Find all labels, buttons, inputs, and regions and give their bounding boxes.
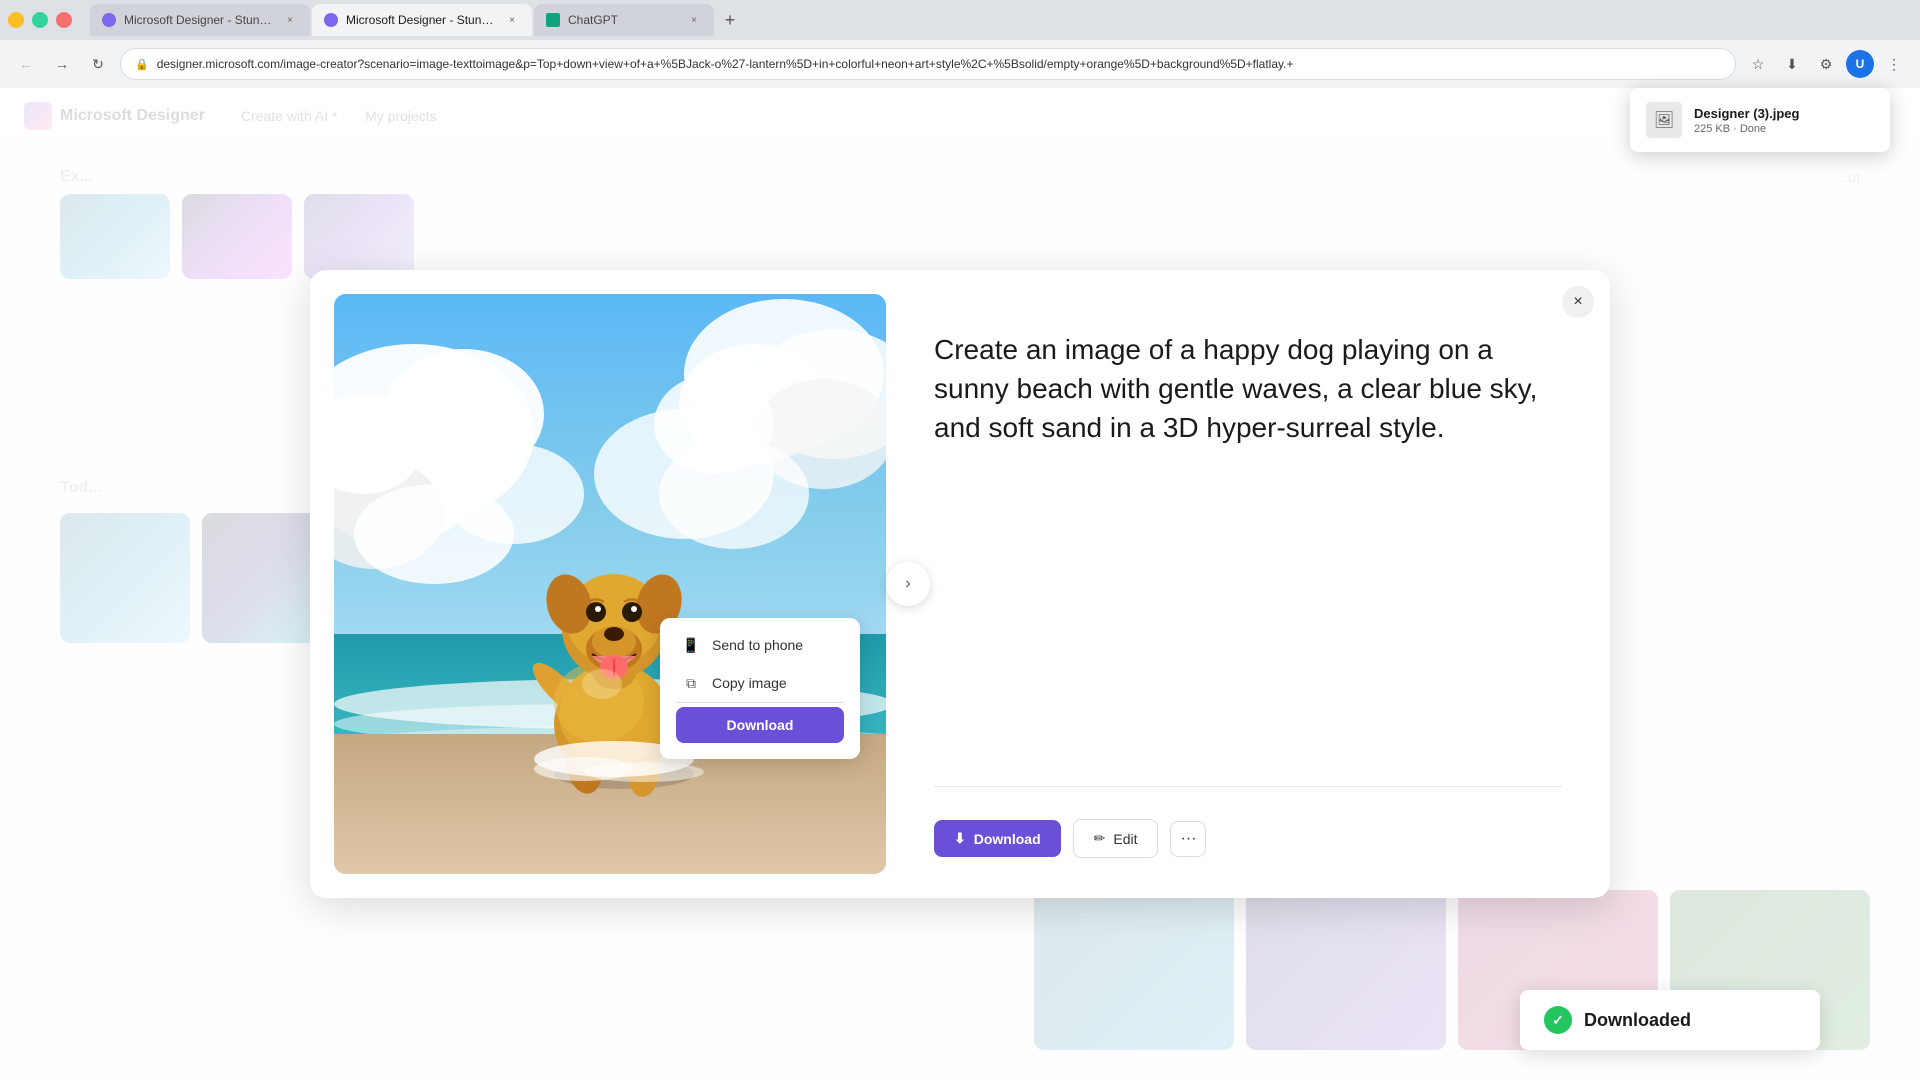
dropdown-download-label: Download [727, 717, 794, 733]
tab-2-label: Microsoft Designer - Stunning ... [346, 13, 496, 27]
lock-icon: 🔒 [135, 58, 149, 71]
browser-download-popup: 🖼 Designer (3).jpeg 225 KB · Done [1630, 88, 1890, 152]
close-icon: × [1573, 293, 1582, 311]
close-window-button[interactable] [56, 12, 72, 28]
checkmark-icon: ✓ [1544, 1006, 1572, 1034]
edit-icon: ✏ [1094, 830, 1106, 847]
dropdown-divider [676, 702, 844, 703]
download-button[interactable]: ⬇ Download [934, 820, 1061, 857]
app-content: Microsoft Designer Create with AI ▾ My p… [0, 88, 1920, 1080]
browser-controls: ← → ↻ 🔒 designer.microsoft.com/image-cre… [0, 40, 1920, 88]
send-to-phone-label: Send to phone [712, 637, 803, 653]
back-button[interactable]: ← [12, 50, 40, 78]
downloaded-label: Downloaded [1584, 1010, 1691, 1031]
edit-label: Edit [1113, 831, 1137, 847]
check-symbol: ✓ [1552, 1012, 1564, 1029]
tab-3-label: ChatGPT [568, 13, 678, 27]
tab-2[interactable]: Microsoft Designer - Stunning ... × [312, 4, 532, 36]
more-options-button[interactable]: ··· [1170, 821, 1206, 857]
extensions-button[interactable]: ⚙ [1812, 50, 1840, 78]
tab-2-favicon [324, 13, 338, 27]
send-to-phone-item[interactable]: 📱 Send to phone [668, 626, 852, 664]
download-popup-info: Designer (3).jpeg 225 KB · Done [1694, 106, 1874, 135]
phone-icon: 📱 [682, 636, 700, 654]
copy-image-label: Copy image [712, 675, 787, 691]
address-text: designer.microsoft.com/image-creator?sce… [157, 57, 1721, 71]
copy-image-item[interactable]: ⧉ Copy image [668, 664, 852, 702]
download-filename: Designer (3).jpeg [1694, 106, 1874, 121]
downloads-button[interactable]: ⬇ [1778, 50, 1806, 78]
download-file-icon: 🖼 [1654, 110, 1674, 130]
download-popup-icon: 🖼 [1646, 102, 1682, 138]
copy-icon: ⧉ [682, 674, 700, 692]
address-bar[interactable]: 🔒 designer.microsoft.com/image-creator?s… [120, 48, 1736, 80]
download-dropdown-menu: 📱 Send to phone ⧉ Copy image Download [660, 618, 860, 759]
action-bar: ⬇ Download ✏ Edit ··· [934, 819, 1562, 858]
profile-button[interactable]: U [1846, 50, 1874, 78]
modal-close-button[interactable]: × [1562, 286, 1594, 318]
modal-overlay: × [0, 88, 1920, 1080]
new-tab-button[interactable]: + [716, 6, 744, 34]
refresh-button[interactable]: ↻ [84, 50, 112, 78]
tab-bar: Microsoft Designer - Stunning ... × Micr… [0, 0, 1920, 40]
tab-3-close[interactable]: × [686, 12, 702, 28]
tab-1[interactable]: Microsoft Designer - Stunning ... × [90, 4, 310, 36]
chevron-right-icon: › [905, 575, 910, 593]
download-label: Download [974, 831, 1041, 847]
modal-content-section: Create an image of a happy dog playing o… [910, 270, 1610, 898]
menu-button[interactable]: ⋮ [1880, 50, 1908, 78]
edit-button[interactable]: ✏ Edit [1073, 819, 1159, 858]
modal-image-section: › [310, 270, 910, 898]
tab-1-favicon [102, 13, 116, 27]
image-detail-modal: × [310, 270, 1610, 898]
next-image-button[interactable]: › [886, 562, 930, 606]
forward-button[interactable]: → [48, 50, 76, 78]
image-prompt: Create an image of a happy dog playing o… [934, 330, 1562, 706]
tab-3-favicon [546, 13, 560, 27]
modal-separator [934, 786, 1562, 787]
beach-image-svg [334, 294, 886, 874]
tab-3[interactable]: ChatGPT × [534, 4, 714, 36]
generated-image [334, 294, 886, 874]
download-icon: ⬇ [954, 830, 966, 847]
download-meta: 225 KB · Done [1694, 123, 1874, 135]
browser-chrome: Microsoft Designer - Stunning ... × Micr… [0, 0, 1920, 88]
ellipsis-icon: ··· [1180, 830, 1196, 848]
browser-actions: ☆ ⬇ ⚙ U ⋮ [1744, 50, 1908, 78]
window-controls [8, 12, 72, 28]
bookmark-button[interactable]: ☆ [1744, 50, 1772, 78]
dropdown-download-button[interactable]: Download [676, 707, 844, 743]
restore-button[interactable] [32, 12, 48, 28]
minimize-button[interactable] [8, 12, 24, 28]
tab-2-close[interactable]: × [504, 12, 520, 28]
tab-1-close[interactable]: × [282, 12, 298, 28]
tab-1-label: Microsoft Designer - Stunning ... [124, 13, 274, 27]
downloaded-toast: ✓ Downloaded [1520, 990, 1820, 1050]
